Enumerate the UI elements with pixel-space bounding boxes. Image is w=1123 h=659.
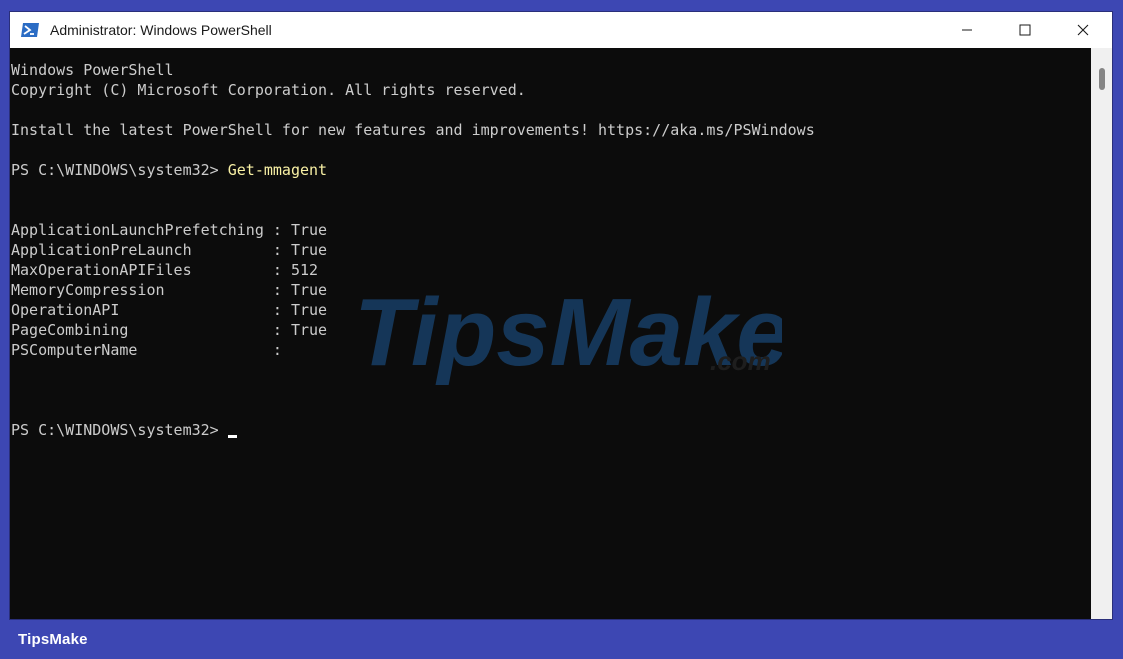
output-line: OperationAPI : True bbox=[11, 301, 328, 319]
prompt-text: PS C:\WINDOWS\system32> bbox=[11, 421, 228, 439]
close-button[interactable] bbox=[1054, 12, 1112, 48]
minimize-button[interactable] bbox=[938, 12, 996, 48]
output-line: MemoryCompression : True bbox=[11, 281, 328, 299]
scrollbar-thumb[interactable] bbox=[1099, 68, 1105, 90]
vertical-scrollbar[interactable] bbox=[1091, 48, 1112, 619]
maximize-button[interactable] bbox=[996, 12, 1054, 48]
powershell-window[interactable]: Administrator: Windows PowerShell Window… bbox=[10, 12, 1112, 619]
minimize-icon bbox=[962, 29, 972, 31]
output-line: Copyright (C) Microsoft Corporation. All… bbox=[11, 81, 526, 99]
powershell-icon bbox=[20, 22, 40, 38]
command-text: Get-mmagent bbox=[227, 161, 328, 179]
maximize-icon bbox=[1019, 24, 1031, 36]
output-line: Windows PowerShell bbox=[11, 61, 174, 79]
output-line: Install the latest PowerShell for new fe… bbox=[11, 121, 815, 139]
title-bar[interactable]: Administrator: Windows PowerShell bbox=[10, 12, 1112, 48]
text-cursor bbox=[227, 435, 237, 438]
prompt-text: PS C:\WINDOWS\system32> bbox=[11, 161, 228, 179]
prompt-line: PS C:\WINDOWS\system32> bbox=[11, 420, 237, 440]
output-line: PSComputerName : bbox=[11, 341, 282, 359]
close-icon bbox=[1077, 24, 1089, 36]
window-title: Administrator: Windows PowerShell bbox=[50, 22, 272, 38]
output-line: ApplicationPreLaunch : True bbox=[11, 241, 328, 259]
prompt-line: PS C:\WINDOWS\system32> Get-mmagent bbox=[11, 160, 327, 180]
console-output[interactable]: Windows PowerShell Copyright (C) Microsof… bbox=[10, 48, 1091, 619]
output-line: MaxOperationAPIFiles : 512 bbox=[11, 261, 319, 279]
output-line: ApplicationLaunchPrefetching : True bbox=[11, 221, 328, 239]
footer-brand: TipsMake bbox=[18, 631, 88, 648]
output-line: PageCombining : True bbox=[11, 321, 328, 339]
page-frame: Administrator: Windows PowerShell Window… bbox=[0, 0, 1123, 659]
